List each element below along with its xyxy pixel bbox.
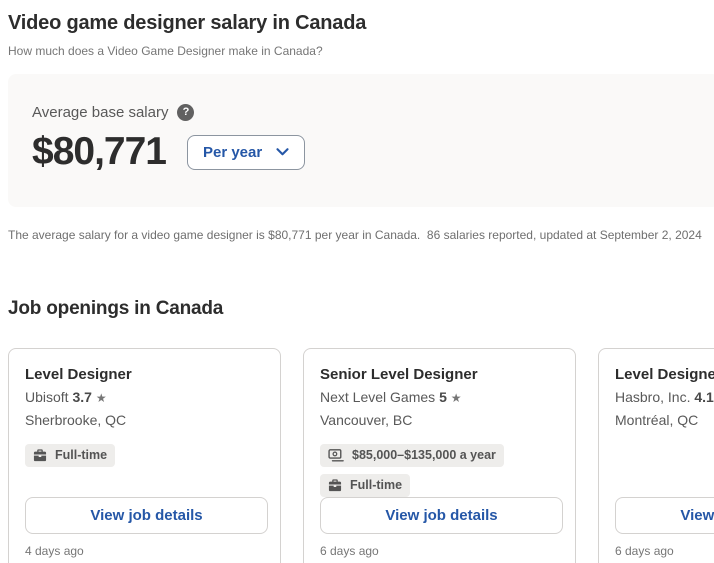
- banknote-icon: [328, 449, 344, 462]
- job-company: Ubisoft 3.7 ★: [25, 386, 268, 409]
- pay-period-dropdown[interactable]: Per year: [187, 135, 305, 170]
- briefcase-icon: [33, 449, 47, 462]
- job-card: Level Designer Hasbro, Inc. 4.1 ★ Montré…: [598, 348, 714, 563]
- job-posted-date: 6 days ago: [615, 544, 714, 558]
- job-location: Sherbrooke, QC: [25, 409, 268, 431]
- salary-amount: $80,771: [32, 130, 166, 174]
- job-type-badge: Full-time: [25, 444, 115, 467]
- job-type-badge: Full-time: [320, 474, 410, 497]
- job-posted-date: 4 days ago: [25, 544, 268, 558]
- job-location: Vancouver, BC: [320, 409, 563, 431]
- company-rating: 5: [439, 389, 447, 405]
- job-badges: Full-time: [25, 444, 268, 467]
- job-title: Level Designer: [25, 364, 268, 386]
- job-posted-date: 6 days ago: [320, 544, 563, 558]
- chevron-down-icon: [276, 148, 289, 156]
- help-icon[interactable]: ?: [177, 104, 194, 121]
- salary-page: Video game designer salary in Canada How…: [0, 0, 714, 563]
- job-badges: $85,000–$135,000 a year Full-time: [320, 444, 563, 497]
- pay-period-selected: Per year: [203, 144, 262, 161]
- company-name: Next Level Games: [320, 389, 435, 405]
- badge-label: Full-time: [350, 479, 402, 492]
- star-icon: ★: [451, 391, 462, 405]
- average-salary-panel: Average base salary ? $80,771 Per year: [8, 74, 714, 207]
- job-card: Level Designer Ubisoft 3.7 ★ Sherbrooke,…: [8, 348, 281, 563]
- job-location: Montréal, QC: [615, 409, 714, 431]
- job-company: Hasbro, Inc. 4.1 ★: [615, 386, 714, 409]
- job-title: Senior Level Designer: [320, 364, 563, 386]
- company-rating: 4.1: [694, 389, 713, 405]
- job-company: Next Level Games 5 ★: [320, 386, 563, 409]
- company-name: Hasbro, Inc.: [615, 389, 690, 405]
- job-title: Level Designer: [615, 364, 714, 386]
- company-name: Ubisoft: [25, 389, 69, 405]
- salary-summary: The average salary for a video game desi…: [8, 227, 714, 243]
- company-rating: 3.7: [72, 389, 91, 405]
- job-card: Senior Level Designer Next Level Games 5…: [303, 348, 576, 563]
- page-title: Video game designer salary in Canada: [8, 10, 714, 36]
- view-job-details-button[interactable]: View job details: [25, 497, 268, 534]
- job-openings-heading: Job openings in Canada: [8, 298, 714, 320]
- average-salary-label: Average base salary: [32, 104, 168, 121]
- salary-badge: $85,000–$135,000 a year: [320, 444, 504, 467]
- star-icon: ★: [96, 391, 107, 405]
- badge-label: $85,000–$135,000 a year: [352, 449, 496, 462]
- job-cards-carousel: Level Designer Ubisoft 3.7 ★ Sherbrooke,…: [8, 348, 714, 563]
- page-subtitle: How much does a Video Game Designer make…: [8, 43, 714, 59]
- badge-label: Full-time: [55, 449, 107, 462]
- view-job-details-button[interactable]: View job details: [320, 497, 563, 534]
- briefcase-icon: [328, 479, 342, 492]
- view-job-details-button[interactable]: View job details: [615, 497, 714, 534]
